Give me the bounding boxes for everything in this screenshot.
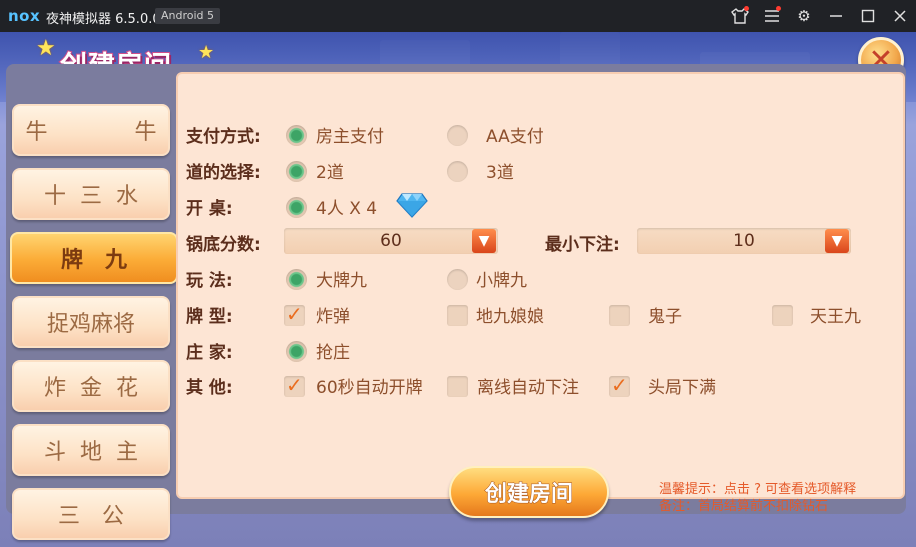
check-icon: ✓ — [611, 373, 628, 397]
guizi-checkbox[interactable] — [609, 305, 630, 326]
first-round-full-checkbox[interactable]: ✓ — [609, 373, 630, 397]
dealer-grab-radio[interactable] — [286, 341, 307, 362]
lane-3-text[interactable]: 3道 — [486, 158, 514, 183]
play-small-text[interactable]: 小牌九 — [476, 266, 527, 291]
pot-dropdown[interactable]: 60 ▼ — [284, 228, 498, 254]
chevron-down-icon[interactable]: ▼ — [825, 229, 849, 253]
menu-item-doudizhu[interactable]: 斗地主 — [12, 424, 170, 476]
payment-aa-radio[interactable] — [447, 125, 468, 146]
dijiu-niangniang-text[interactable]: 地九娘娘 — [476, 302, 544, 327]
min-bet-dropdown[interactable]: 10 ▼ — [637, 228, 851, 254]
table-4x4-text[interactable]: 4人 X 4 — [316, 194, 377, 219]
bomb-text[interactable]: 炸弹 — [316, 302, 350, 327]
note-text: 备注：首局结算前不扣除钻石 — [659, 499, 829, 514]
offline-auto-bet-text[interactable]: 离线自动下注 — [477, 373, 579, 398]
close-icon[interactable] — [890, 6, 910, 26]
auto-open-checkbox[interactable]: ✓ — [284, 373, 305, 397]
payment-owner-radio[interactable] — [286, 125, 307, 146]
play-label: 玩 法: — [186, 271, 233, 291]
tianwangjiu-text[interactable]: 天王九 — [810, 302, 861, 327]
emulator-titlebar: nox 夜神模拟器 6.5.0.0 Android 5 ⚙ — [0, 0, 916, 32]
offline-auto-bet-checkbox[interactable] — [447, 376, 468, 397]
payment-owner-text[interactable]: 房主支付 — [316, 122, 384, 147]
maximize-icon[interactable] — [858, 6, 878, 26]
lane-2-text[interactable]: 2道 — [316, 158, 344, 183]
pot-value: 60 — [380, 231, 402, 251]
bomb-checkbox[interactable]: ✓ — [284, 302, 305, 326]
star-icon: ★ — [36, 36, 56, 61]
table-4x4-radio[interactable] — [286, 197, 307, 218]
menu-item-sangong[interactable]: 三公 — [12, 488, 170, 540]
check-icon: ✓ — [286, 373, 303, 397]
nox-logo: nox — [8, 7, 41, 25]
star-icon: ★ — [198, 42, 215, 63]
shirt-icon[interactable] — [730, 6, 750, 26]
menu-item-shisanshui[interactable]: 十三水 — [12, 168, 170, 220]
payment-aa-text[interactable]: AA支付 — [486, 122, 544, 147]
menu-icon[interactable] — [762, 6, 782, 26]
android-version-badge: Android 5 — [155, 8, 221, 24]
lane-3-radio[interactable] — [447, 161, 468, 182]
dijiu-niangniang-checkbox[interactable] — [447, 305, 468, 326]
card-type-label: 牌 型: — [186, 307, 233, 327]
min-bet-label: 最小下注: — [545, 235, 620, 255]
pot-label: 锅底分数: — [186, 235, 261, 255]
create-room-button[interactable]: 创建房间 — [449, 466, 609, 518]
other-label: 其 他: — [186, 378, 233, 398]
min-bet-value: 10 — [733, 231, 755, 251]
chevron-down-icon[interactable]: ▼ — [472, 229, 496, 253]
play-big-text[interactable]: 大牌九 — [316, 266, 367, 291]
table-label: 开 桌: — [186, 199, 233, 219]
play-small-radio[interactable] — [447, 269, 468, 290]
check-icon: ✓ — [286, 302, 303, 326]
emulator-window: nox 夜神模拟器 6.5.0.0 Android 5 ⚙ ★ ★ ✕ 牛 牛 … — [0, 0, 916, 547]
gear-icon[interactable]: ⚙ — [794, 6, 814, 26]
payment-label: 支付方式: — [186, 127, 261, 147]
diamond-icon — [396, 193, 428, 218]
guizi-text[interactable]: 鬼子 — [648, 302, 682, 327]
menu-item-zhuoji-mahjong[interactable]: 捉鸡麻将 — [12, 296, 170, 348]
menu-item-paijiu[interactable]: 牌九 — [10, 232, 178, 284]
lane-label: 道的选择: — [186, 163, 261, 183]
lane-2-radio[interactable] — [286, 161, 307, 182]
auto-open-text[interactable]: 60秒自动开牌 — [316, 373, 423, 398]
dealer-label: 庄 家: — [186, 343, 233, 363]
play-big-radio[interactable] — [286, 269, 307, 290]
app-title: 夜神模拟器 6.5.0.0 — [46, 12, 161, 27]
tianwangjiu-checkbox[interactable] — [772, 305, 793, 326]
dealer-grab-text[interactable]: 抢庄 — [316, 338, 350, 363]
menu-item-niuniu[interactable]: 牛 牛 — [12, 104, 170, 156]
minimize-icon[interactable] — [826, 6, 846, 26]
first-round-full-text[interactable]: 头局下满 — [648, 373, 716, 398]
menu-item-zhajinhua[interactable]: 炸金花 — [12, 360, 170, 412]
